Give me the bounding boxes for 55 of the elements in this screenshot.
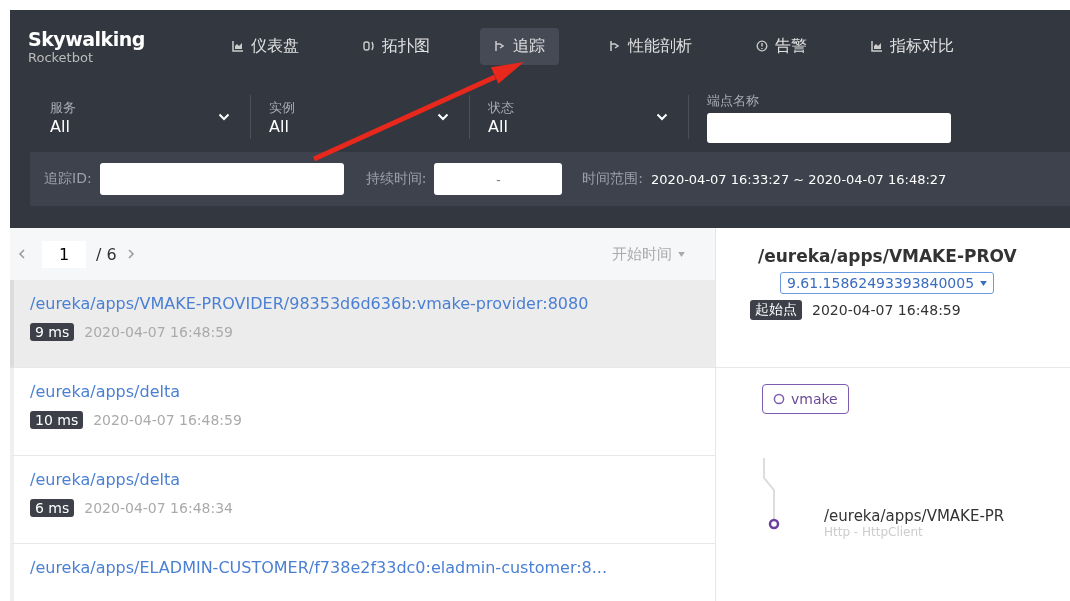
trace-id-select[interactable]: 9.61.15862493393840005 [780,272,995,294]
chevron-right-icon[interactable] [126,248,135,260]
nav-tab[interactable]: 告警 [742,27,821,65]
alert-icon [756,40,768,52]
filter-select[interactable]: 状态 All [488,95,689,139]
duration-label: 持续时间: [365,170,427,188]
chart-icon [871,40,883,52]
chart-icon [232,40,244,52]
trace-start-time: 2020-04-07 16:48:59 [93,412,242,428]
filter-select[interactable]: 实例 All [269,95,470,139]
start-badge: 起始点 [750,300,802,320]
trace-start-time: 2020-04-07 16:48:59 [84,324,233,340]
trace-icon [494,40,506,52]
chevron-down-icon [218,113,230,121]
brand-subtitle: Rocketbot [28,49,93,65]
trace-list-item[interactable]: /eureka/apps/delta 6 ms 2020-04-07 16:48:34 [10,456,715,544]
trace-endpoint-link: /eureka/apps/delta [30,470,181,489]
trace-icon [609,40,621,52]
chevron-down-icon [656,113,668,121]
circle-icon [773,393,785,405]
duration-badge: 9 ms [30,323,75,341]
trace-endpoint-link: /eureka/apps/delta [30,382,181,401]
page-input[interactable]: 1 [42,240,86,268]
topology-icon [363,40,375,52]
nav-tab[interactable]: 拓扑图 [349,27,444,65]
chevron-left-icon[interactable] [18,248,26,260]
time-range-label: 时间范围: [582,170,644,188]
trace-list-item[interactable]: /eureka/apps/ELADMIN-CUSTOMER/f738e2f33dc0:eladmin-customer:8... [10,544,715,601]
nav-tab[interactable]: 指标对比 [857,27,968,65]
start-time: 2020-04-07 16:48:59 [812,302,961,318]
dropdown-triangle-icon [678,251,685,257]
nav-tab[interactable]: 追踪 [480,27,559,65]
page-total: / 6 [96,244,117,264]
trace-id-label: 追踪ID: [44,170,92,188]
duration-badge: 6 ms [30,499,75,517]
trace-list-item[interactable]: /eureka/apps/delta 10 ms 2020-04-07 16:48:59 [10,368,715,456]
trace-endpoint-link: /eureka/apps/VMAKE-PROVIDER/98353d6d636b:vmake-provider:8080 [30,294,590,313]
brand-logo: Skywalking [28,27,146,50]
dropdown-triangle-icon [980,280,988,286]
nav-tab[interactable]: 仪表盘 [218,27,313,65]
service-tag: vmake [762,384,849,414]
time-range-value: 2020-04-07 16:33:27 ~ 2020-04-07 16:48:27 [651,171,947,187]
trace-id-input[interactable] [99,163,344,195]
span-name: /eureka/apps/VMAKE-PR [824,507,1005,525]
endpoint-input[interactable] [707,112,951,143]
duration-badge: 10 ms [30,411,84,429]
chevron-down-icon [437,113,449,121]
trace-list-item[interactable]: /eureka/apps/VMAKE-PROVIDER/98353d6d636b:vmake-provider:8080 9 ms 2020-04-07 16:48:59 [10,280,715,368]
trace-detail-title: /eureka/apps/VMAKE-PROV [758,246,1017,266]
trace-endpoint-link: /eureka/apps/ELADMIN-CUSTOMER/f738e2f33dc0:eladmin-customer:8... [30,558,608,577]
duration-input[interactable]: - [434,163,563,195]
endpoint-label: 端点名称 [707,91,760,110]
nav-tab[interactable]: 性能剖析 [595,27,706,65]
trace-start-time: 2020-04-07 16:48:34 [84,500,233,516]
filter-select[interactable]: 服务 All [50,95,251,139]
